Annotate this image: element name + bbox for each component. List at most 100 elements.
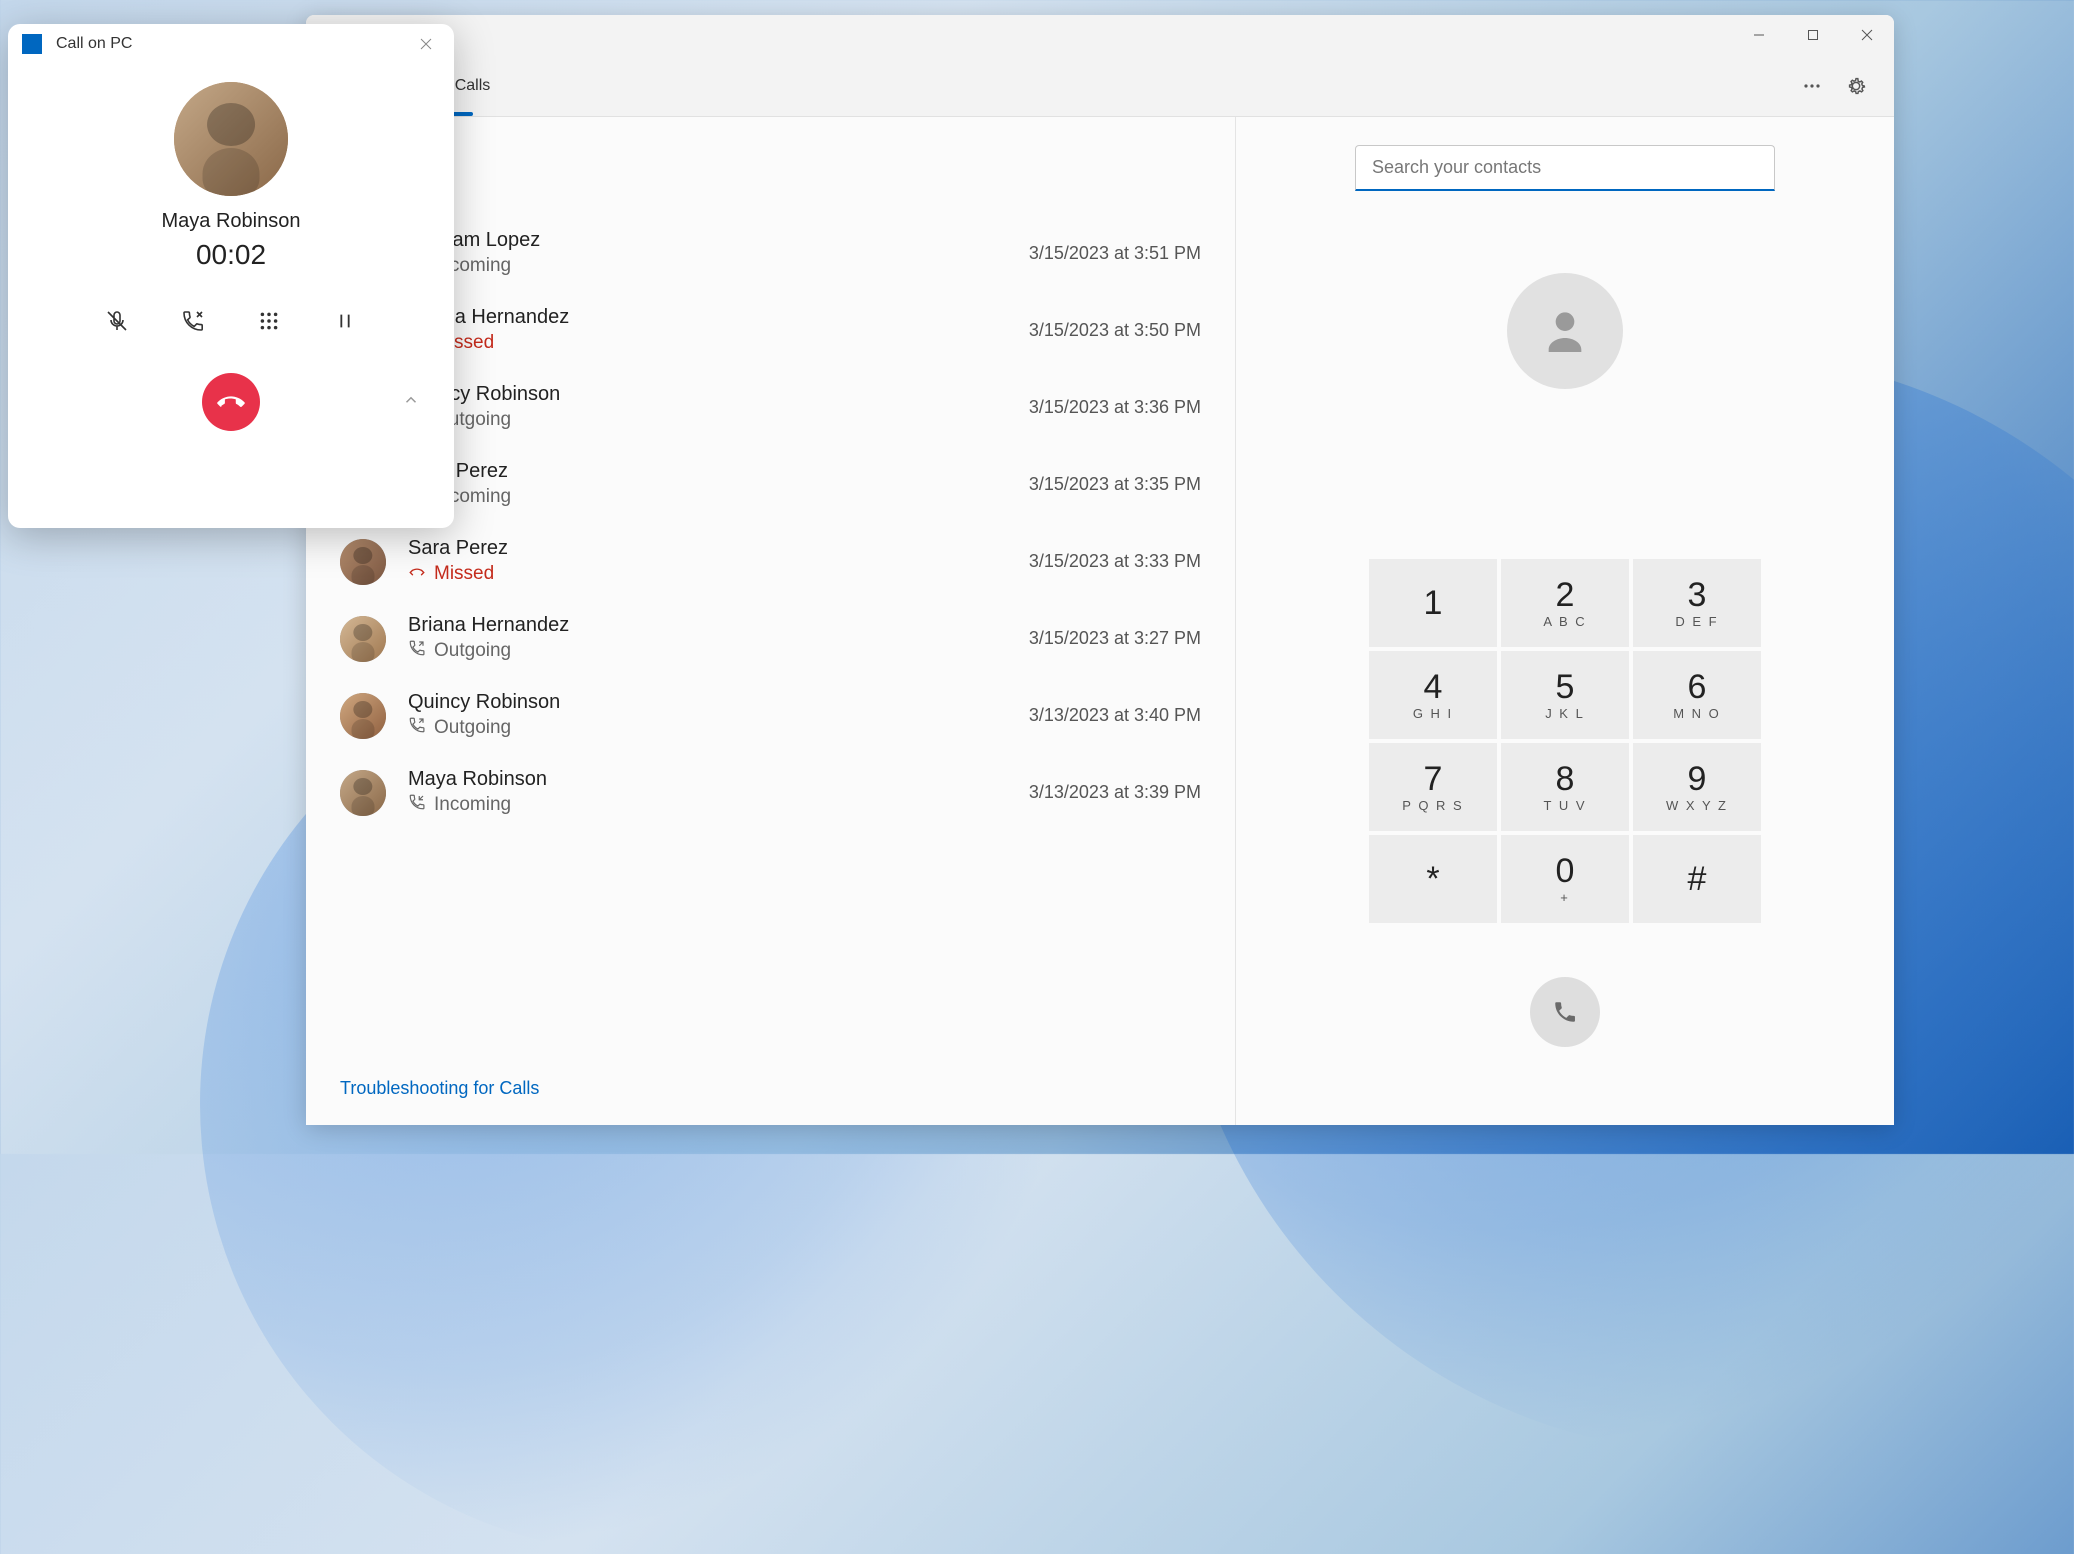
transfer-call-button[interactable] (177, 305, 209, 337)
phone-link-window: ssages 1 Calls lls Graham Lopez In (306, 15, 1894, 1125)
close-button[interactable] (1840, 15, 1894, 55)
dialpad-letters: M N O (1673, 706, 1721, 721)
contact-name: Maya Robinson (408, 768, 1007, 791)
call-time: 3/15/2023 at 3:35 PM (1029, 474, 1201, 495)
outgoing-icon (408, 639, 426, 663)
dialpad-key-9[interactable]: 9 W X Y Z (1633, 743, 1761, 831)
dialpad-key-7[interactable]: 7 P Q R S (1369, 743, 1497, 831)
call-status: Outgoing (408, 408, 1007, 432)
expand-button[interactable] (402, 391, 420, 414)
call-history-row[interactable]: Sara Perez Missed 3/15/2023 at 3:33 PM (340, 523, 1201, 600)
contact-avatar (340, 616, 386, 662)
dialpad-key-#[interactable]: # (1633, 835, 1761, 923)
tabbar: ssages 1 Calls (306, 55, 1894, 117)
contact-name: Quincy Robinson (408, 691, 1007, 714)
call-status: Missed (408, 562, 1007, 586)
dialpad-digit: 3 (1688, 578, 1707, 612)
dialpad-digit: * (1426, 862, 1439, 896)
caller-name: Maya Robinson (162, 210, 301, 233)
troubleshooting-link[interactable]: Troubleshooting for Calls (306, 1060, 1235, 1125)
dialer-panel: 1 2 A B C 3 D E F 4 G H I 5 J K L 6 M N … (1236, 117, 1894, 1125)
call-history-row[interactable]: Quincy Robinson Outgoing 3/13/2023 at 3:… (340, 677, 1201, 754)
dialpad-digit: 7 (1424, 762, 1443, 796)
dialpad-letters: J K L (1545, 706, 1585, 721)
dialpad-key-0[interactable]: 0 + (1501, 835, 1629, 923)
tab-calls-label: Calls (455, 77, 491, 95)
contact-name: Sara Perez (408, 460, 1007, 483)
dialpad-key-6[interactable]: 6 M N O (1633, 651, 1761, 739)
call-history-row[interactable]: Briana Hernandez Missed 3/15/2023 at 3:5… (340, 292, 1201, 369)
dialpad-letters: T U V (1544, 798, 1587, 813)
call-history-row[interactable]: Graham Lopez Incoming 3/15/2023 at 3:51 … (340, 215, 1201, 292)
app-icon (22, 34, 42, 54)
dialpad-letters: G H I (1413, 706, 1453, 721)
dialpad-digit: # (1688, 862, 1707, 896)
dialpad-letters: + (1560, 890, 1570, 905)
dialpad-digit: 8 (1556, 762, 1575, 796)
hold-button[interactable] (329, 305, 361, 337)
call-time: 3/13/2023 at 3:40 PM (1029, 705, 1201, 726)
contact-avatar (340, 770, 386, 816)
call-time: 3/15/2023 at 3:51 PM (1029, 243, 1201, 264)
call-history-row[interactable]: Briana Hernandez Outgoing 3/15/2023 at 3… (340, 600, 1201, 677)
dialpad-key-5[interactable]: 5 J K L (1501, 651, 1629, 739)
call-status: Outgoing (408, 716, 1007, 740)
dialpad: 1 2 A B C 3 D E F 4 G H I 5 J K L 6 M N … (1369, 559, 1761, 923)
mute-button[interactable] (101, 305, 133, 337)
popup-title: Call on PC (56, 35, 412, 53)
contact-avatar (340, 539, 386, 585)
call-time: 3/15/2023 at 3:33 PM (1029, 551, 1201, 572)
dialpad-key-2[interactable]: 2 A B C (1501, 559, 1629, 647)
contact-name: Graham Lopez (408, 229, 1007, 252)
hangup-button[interactable] (202, 373, 260, 431)
contact-name: Briana Hernandez (408, 614, 1007, 637)
dialpad-digit: 6 (1688, 670, 1707, 704)
maximize-button[interactable] (1786, 15, 1840, 55)
dialpad-letters: D E F (1675, 614, 1718, 629)
dialpad-key-*[interactable]: * (1369, 835, 1497, 923)
contact-avatar (340, 693, 386, 739)
dialpad-letters: A B C (1543, 614, 1586, 629)
settings-button[interactable] (1834, 64, 1878, 108)
dialpad-digit: 2 (1556, 578, 1575, 612)
contact-name: Briana Hernandez (408, 306, 1007, 329)
contact-placeholder-avatar (1507, 273, 1623, 389)
missed-icon (408, 562, 426, 586)
window-titlebar (306, 15, 1894, 55)
call-status: Incoming (408, 254, 1007, 278)
call-time: 3/15/2023 at 3:36 PM (1029, 397, 1201, 418)
contact-name: Quincy Robinson (408, 383, 1007, 406)
call-status: Incoming (408, 793, 1007, 817)
dialpad-key-8[interactable]: 8 T U V (1501, 743, 1629, 831)
call-timer: 00:02 (196, 239, 266, 271)
contact-name: Sara Perez (408, 537, 1007, 560)
dialpad-digit: 1 (1424, 586, 1443, 620)
dialpad-letters: W X Y Z (1666, 798, 1728, 813)
call-history-row[interactable]: Maya Robinson Incoming 3/13/2023 at 3:39… (340, 754, 1201, 831)
more-button[interactable] (1790, 64, 1834, 108)
dialpad-key-3[interactable]: 3 D E F (1633, 559, 1761, 647)
popup-titlebar: Call on PC (8, 24, 454, 64)
call-time: 3/15/2023 at 3:27 PM (1029, 628, 1201, 649)
caller-avatar (174, 82, 288, 196)
call-time: 3/15/2023 at 3:50 PM (1029, 320, 1201, 341)
keypad-button[interactable] (253, 305, 285, 337)
dialpad-key-1[interactable]: 1 (1369, 559, 1497, 647)
outgoing-icon (408, 716, 426, 740)
dialpad-digit: 9 (1688, 762, 1707, 796)
contact-search-input[interactable] (1355, 145, 1775, 191)
dialpad-digit: 5 (1556, 670, 1575, 704)
dial-button[interactable] (1530, 977, 1600, 1047)
dialpad-digit: 4 (1424, 670, 1443, 704)
call-history-row[interactable]: Sara Perez Incoming 3/15/2023 at 3:35 PM (340, 446, 1201, 523)
dialpad-letters: P Q R S (1402, 798, 1463, 813)
incoming-icon (408, 793, 426, 817)
active-call-popup: Call on PC Maya Robinson 00:02 (8, 24, 454, 528)
minimize-button[interactable] (1732, 15, 1786, 55)
call-history-row[interactable]: Quincy Robinson Outgoing 3/15/2023 at 3:… (340, 369, 1201, 446)
dialpad-digit: 0 (1556, 854, 1575, 888)
call-status: Incoming (408, 485, 1007, 509)
popup-close-button[interactable] (412, 30, 440, 58)
call-status: Missed (408, 331, 1007, 355)
dialpad-key-4[interactable]: 4 G H I (1369, 651, 1497, 739)
